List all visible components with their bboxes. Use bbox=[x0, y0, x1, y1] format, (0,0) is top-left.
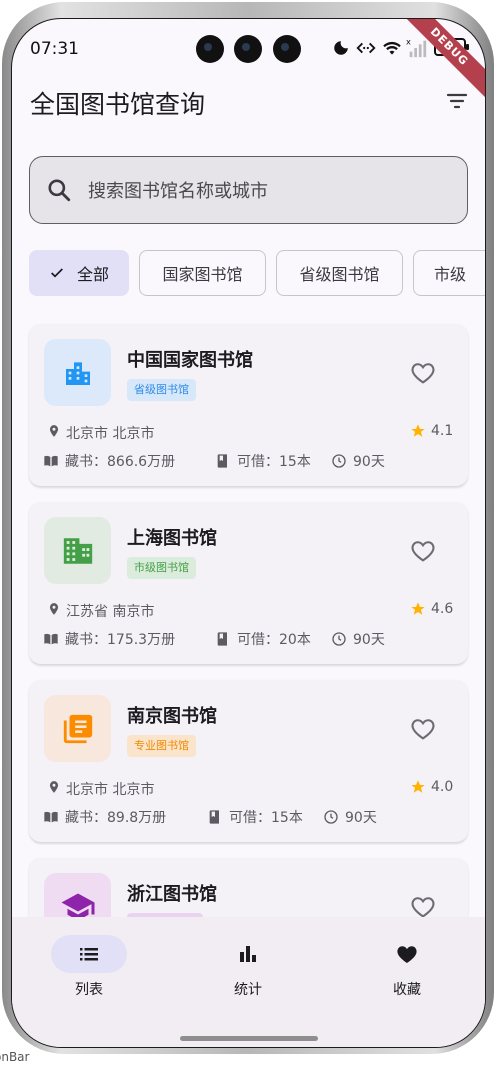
collection-stat: 藏书：89.8万册 bbox=[43, 807, 166, 827]
heart-icon bbox=[397, 946, 417, 963]
app-bar: 全国图书馆查询 bbox=[12, 81, 485, 129]
period-text: 90天 bbox=[345, 810, 377, 826]
nav-label: 统计 bbox=[234, 982, 262, 998]
chip-national-library[interactable]: 国家图书馆 bbox=[139, 250, 266, 296]
star-icon bbox=[411, 602, 425, 615]
nfc-icon bbox=[356, 42, 376, 54]
library-rating: 4.1 bbox=[431, 423, 454, 439]
chip-provincial-library[interactable]: 省级图书馆 bbox=[276, 250, 403, 296]
library-card[interactable]: 上海图书馆 市级图书馆 江苏省 南京市 4.6 藏书：175.3万册 可借：20… bbox=[29, 502, 468, 665]
location-pin-icon bbox=[49, 603, 59, 615]
clock-icon bbox=[332, 454, 346, 468]
bar-chart-icon bbox=[240, 946, 256, 962]
borrow-stat: 可借：15本 bbox=[207, 807, 303, 827]
chip-label: 国家图书馆 bbox=[162, 265, 243, 284]
library-tag: 市级图书馆 bbox=[127, 557, 196, 579]
book-icon bbox=[209, 810, 219, 824]
period-stat: 90天 bbox=[323, 807, 377, 827]
library-icon-box bbox=[44, 517, 111, 584]
library-card[interactable]: 中国国家图书馆 省级图书馆 北京市 北京市 4.1 藏书：866.6万册 可借：… bbox=[29, 324, 468, 487]
star-icon bbox=[411, 780, 425, 793]
apartment-icon bbox=[63, 537, 92, 564]
library-name: 中国国家图书馆 bbox=[127, 350, 253, 371]
star-icon bbox=[411, 424, 425, 437]
library-name: 南京图书馆 bbox=[127, 706, 217, 727]
books-icon bbox=[63, 714, 92, 743]
favorite-heart-icon[interactable] bbox=[409, 715, 437, 743]
borrow-text: 可借：15本 bbox=[237, 454, 311, 470]
chip-label: 全部 bbox=[76, 265, 109, 284]
period-stat: 90天 bbox=[331, 451, 385, 471]
library-location: 北京市 北京市 bbox=[66, 426, 155, 442]
home-indicator bbox=[180, 1036, 318, 1041]
moon-icon bbox=[334, 41, 348, 55]
check-icon bbox=[51, 268, 63, 278]
period-text: 90天 bbox=[353, 632, 385, 648]
nav-list[interactable]: 列表 bbox=[29, 935, 149, 1005]
filter-chip-row: 全部 国家图书馆 省级图书馆 市级 bbox=[29, 250, 485, 298]
library-rating: 4.6 bbox=[431, 601, 454, 617]
nav-favorites[interactable]: 收藏 bbox=[347, 935, 467, 1005]
svg-text:x: x bbox=[406, 37, 411, 46]
collection-text: 藏书：175.3万册 bbox=[65, 632, 176, 648]
library-rating: 4.0 bbox=[431, 779, 454, 795]
clock-icon bbox=[324, 810, 338, 824]
library-name: 浙江图书馆 bbox=[127, 884, 217, 905]
chip-label: 省级图书馆 bbox=[299, 265, 380, 284]
city-building-icon bbox=[65, 361, 90, 385]
collection-text: 藏书：866.6万册 bbox=[65, 454, 176, 470]
clock-icon bbox=[332, 632, 346, 646]
open-book-icon bbox=[44, 633, 58, 645]
location-pin-icon bbox=[49, 781, 59, 793]
page: 07:31 x 100 DEBUG 全国图书馆查询 搜索图书馆名称或城市 bbox=[0, 0, 496, 1065]
bottom-navigation: 列表 统计 收藏 bbox=[12, 917, 485, 1047]
collection-stat: 藏书：866.6万册 bbox=[43, 451, 175, 471]
chip-municipal-library[interactable]: 市级 bbox=[413, 250, 485, 296]
period-stat: 90天 bbox=[331, 629, 385, 649]
open-book-icon bbox=[44, 455, 58, 467]
search-placeholder: 搜索图书馆名称或城市 bbox=[88, 181, 268, 202]
collection-stat: 藏书：175.3万册 bbox=[43, 629, 175, 649]
list-icon bbox=[80, 948, 98, 961]
borrow-stat: 可借：15本 bbox=[215, 451, 311, 471]
nav-stats[interactable]: 统计 bbox=[188, 935, 308, 1005]
favorite-heart-icon[interactable] bbox=[409, 359, 437, 387]
outside-caption: onBar bbox=[0, 1050, 30, 1064]
camera-icon bbox=[273, 35, 301, 63]
library-tag: 专业图书馆 bbox=[127, 735, 196, 757]
library-location: 北京市 北京市 bbox=[66, 782, 155, 798]
open-book-icon bbox=[44, 811, 58, 823]
nav-label: 收藏 bbox=[393, 982, 421, 998]
library-location: 江苏省 南京市 bbox=[66, 604, 155, 620]
phone-screen: 07:31 x 100 DEBUG 全国图书馆查询 搜索图书馆名称或城市 bbox=[11, 18, 486, 1048]
library-tag: 省级图书馆 bbox=[127, 379, 196, 401]
signal-icon: x bbox=[406, 37, 427, 58]
borrow-text: 可借：20本 bbox=[237, 632, 311, 648]
camera-icon bbox=[196, 35, 224, 63]
library-icon-box bbox=[44, 339, 111, 406]
collection-text: 藏书：89.8万册 bbox=[65, 810, 167, 826]
wifi-icon bbox=[383, 41, 401, 55]
library-card[interactable]: 南京图书馆 专业图书馆 北京市 北京市 4.0 藏书：89.8万册 可借：15本… bbox=[29, 680, 468, 843]
period-text: 90天 bbox=[353, 454, 385, 470]
page-title: 全国图书馆查询 bbox=[30, 90, 206, 119]
filter-icon[interactable] bbox=[445, 89, 469, 113]
borrow-stat: 可借：20本 bbox=[215, 629, 311, 649]
library-icon-box bbox=[44, 695, 111, 762]
library-name: 上海图书馆 bbox=[127, 528, 217, 549]
borrow-text: 可借：15本 bbox=[229, 810, 303, 826]
favorite-heart-icon[interactable] bbox=[409, 537, 437, 565]
status-time: 07:31 bbox=[30, 39, 79, 59]
nav-label: 列表 bbox=[75, 982, 103, 998]
book-icon bbox=[217, 454, 227, 468]
location-pin-icon bbox=[49, 425, 59, 437]
search-icon bbox=[48, 179, 71, 202]
chip-all[interactable]: 全部 bbox=[29, 250, 129, 296]
book-icon bbox=[217, 632, 227, 646]
chip-label: 市级 bbox=[434, 265, 467, 284]
camera-icon bbox=[234, 35, 262, 63]
status-bar: 07:31 x 100 DEBUG bbox=[12, 19, 485, 104]
search-input[interactable]: 搜索图书馆名称或城市 bbox=[29, 156, 468, 224]
